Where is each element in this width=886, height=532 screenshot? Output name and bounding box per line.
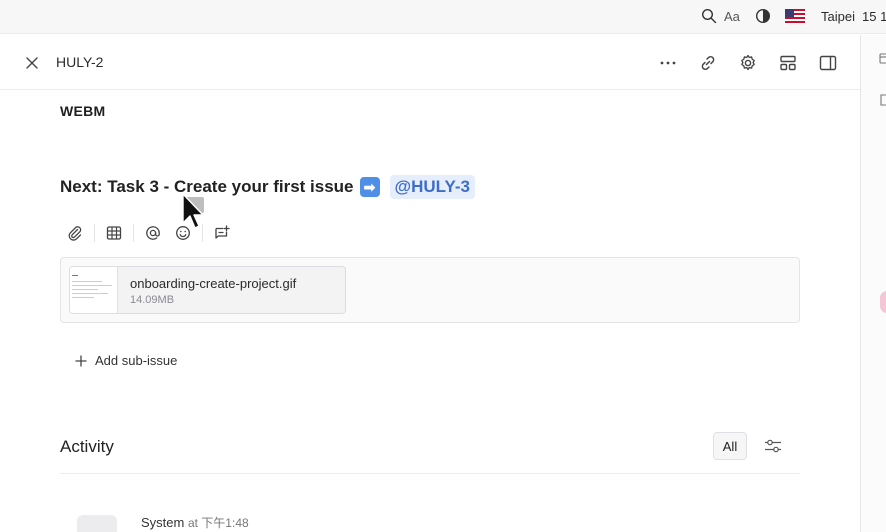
- font-size-toggle[interactable]: Aa: [724, 9, 740, 24]
- section-heading: WEBM: [60, 103, 106, 119]
- activity-author[interactable]: System: [141, 515, 184, 530]
- paperclip-icon: [68, 226, 82, 241]
- plus-icon: [75, 354, 87, 367]
- close-button[interactable]: [19, 50, 45, 76]
- insert-table-button[interactable]: [99, 219, 129, 247]
- layout-icon: [780, 55, 796, 71]
- attach-file-button[interactable]: [60, 219, 90, 247]
- layout-button[interactable]: [775, 50, 801, 76]
- add-reaction-button[interactable]: [207, 219, 237, 247]
- toolbar-divider: [94, 224, 95, 242]
- attachment-thumbnail: [70, 267, 118, 313]
- attachment-card[interactable]: onboarding-create-project.gif 14.09MB: [69, 266, 346, 314]
- toolbar-divider: [202, 224, 203, 242]
- gear-icon: [741, 54, 755, 71]
- issue-id: HULY-2: [56, 54, 104, 70]
- link-icon: [701, 55, 715, 71]
- app-window: Aa Taipei 15 1 HULY-2 WEBM Next: Task 3 …: [0, 0, 886, 532]
- at-sign-icon: [146, 226, 160, 240]
- table-icon: [106, 226, 122, 240]
- smiley-icon: [176, 226, 190, 240]
- activity-time: at 下午1:48: [187, 516, 249, 530]
- more-options-button[interactable]: [655, 50, 681, 76]
- activity-entry-header: System at 下午1:48: [141, 514, 249, 531]
- right-arrow-emoji: ➡: [359, 177, 380, 197]
- activity-filter-button[interactable]: [763, 436, 783, 456]
- close-icon: [26, 57, 38, 69]
- us-flag-icon[interactable]: [785, 7, 805, 25]
- issue-content: WEBM Next: Task 3 - Create your first is…: [0, 91, 860, 532]
- activity-divider: [60, 473, 800, 474]
- editor-toolbar: [60, 219, 237, 247]
- right-side-panel: [860, 35, 886, 532]
- issue-header: HULY-2: [0, 35, 860, 90]
- clock-time: 15 1: [862, 9, 886, 24]
- mention-button[interactable]: [138, 219, 168, 247]
- system-bar: Aa Taipei 15 1: [0, 0, 886, 34]
- activity-title: Activity: [60, 437, 114, 456]
- calendar-icon[interactable]: [879, 52, 886, 64]
- toolbar-divider: [133, 224, 134, 242]
- floating-avatar[interactable]: [880, 291, 886, 313]
- clock-city: Taipei: [821, 9, 855, 24]
- add-sub-issue-label: Add sub-issue: [95, 353, 178, 368]
- attachment-file-size: 14.09MB: [130, 294, 175, 306]
- attachment-file-name: onboarding-create-project.gif: [130, 276, 297, 291]
- more-icon: [660, 61, 676, 65]
- filter-sliders-icon: [765, 439, 781, 453]
- next-task-line: Next: Task 3 - Create your first issue ➡…: [60, 175, 475, 199]
- attachments-area: onboarding-create-project.gif 14.09MB: [60, 257, 800, 323]
- document-icon[interactable]: [879, 94, 886, 106]
- emoji-button[interactable]: [168, 219, 198, 247]
- settings-button[interactable]: [735, 50, 761, 76]
- search-icon[interactable]: [700, 7, 718, 25]
- activity-filter-all[interactable]: All: [713, 432, 747, 460]
- next-task-text: Next: Task 3 - Create your first issue: [60, 177, 354, 196]
- toggle-sidebar-button[interactable]: [815, 50, 841, 76]
- sidebar-icon: [819, 55, 837, 71]
- copy-link-button[interactable]: [695, 50, 721, 76]
- issue-mention-link[interactable]: @HULY-3: [389, 175, 475, 199]
- add-comment-icon: [215, 225, 230, 239]
- system-avatar: [77, 515, 117, 532]
- add-sub-issue-button[interactable]: Add sub-issue: [74, 353, 177, 368]
- contrast-icon[interactable]: [754, 7, 772, 25]
